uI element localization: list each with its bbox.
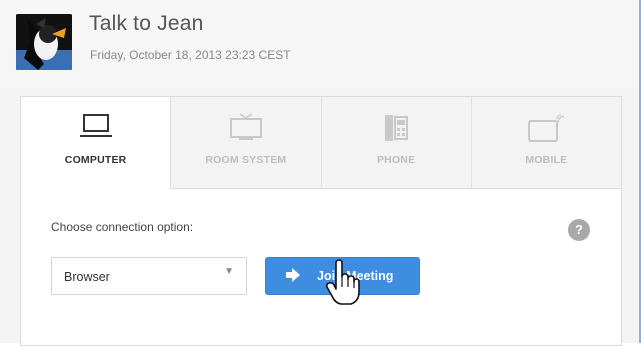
tab-room-system-label: ROOM SYSTEM <box>205 154 287 166</box>
avatar <box>16 14 72 70</box>
tab-mobile-label: MOBILE <box>525 154 568 166</box>
connection-select[interactable]: Browser ▼ <box>51 257 247 295</box>
tablet-icon <box>528 114 565 142</box>
meeting-header: Talk to Jean Friday, October 18, 2013 23… <box>0 0 639 88</box>
device-tabs: COMPUTER ROOM SYSTEM PHONE MOBILE <box>21 97 621 189</box>
chevron-down-icon: ▼ <box>224 266 234 277</box>
arrow-right-icon <box>286 268 300 282</box>
tab-phone-label: PHONE <box>376 154 416 166</box>
desk-phone-icon <box>385 115 409 141</box>
tab-phone[interactable]: PHONE <box>320 97 471 189</box>
laptop-icon <box>79 114 112 137</box>
hand-cursor-icon <box>326 259 360 305</box>
meeting-title: Talk to Jean <box>89 12 204 35</box>
penguin-avatar-icon <box>16 14 72 70</box>
tab-computer[interactable]: COMPUTER <box>21 97 171 189</box>
help-button[interactable]: ? <box>568 219 590 241</box>
tab-room-system[interactable]: ROOM SYSTEM <box>170 97 321 189</box>
connection-prompt: Choose connection option: <box>51 220 194 234</box>
meeting-window: Talk to Jean Friday, October 18, 2013 23… <box>0 0 641 346</box>
tab-computer-label: COMPUTER <box>64 154 127 166</box>
connection-select-value: Browser <box>64 270 110 284</box>
meeting-datetime: Friday, October 18, 2013 23:23 CEST <box>90 48 291 62</box>
connection-panel: COMPUTER ROOM SYSTEM PHONE MOBILE Choose… <box>20 96 622 346</box>
tab-mobile[interactable]: MOBILE <box>470 97 621 189</box>
monitor-icon <box>229 113 262 140</box>
